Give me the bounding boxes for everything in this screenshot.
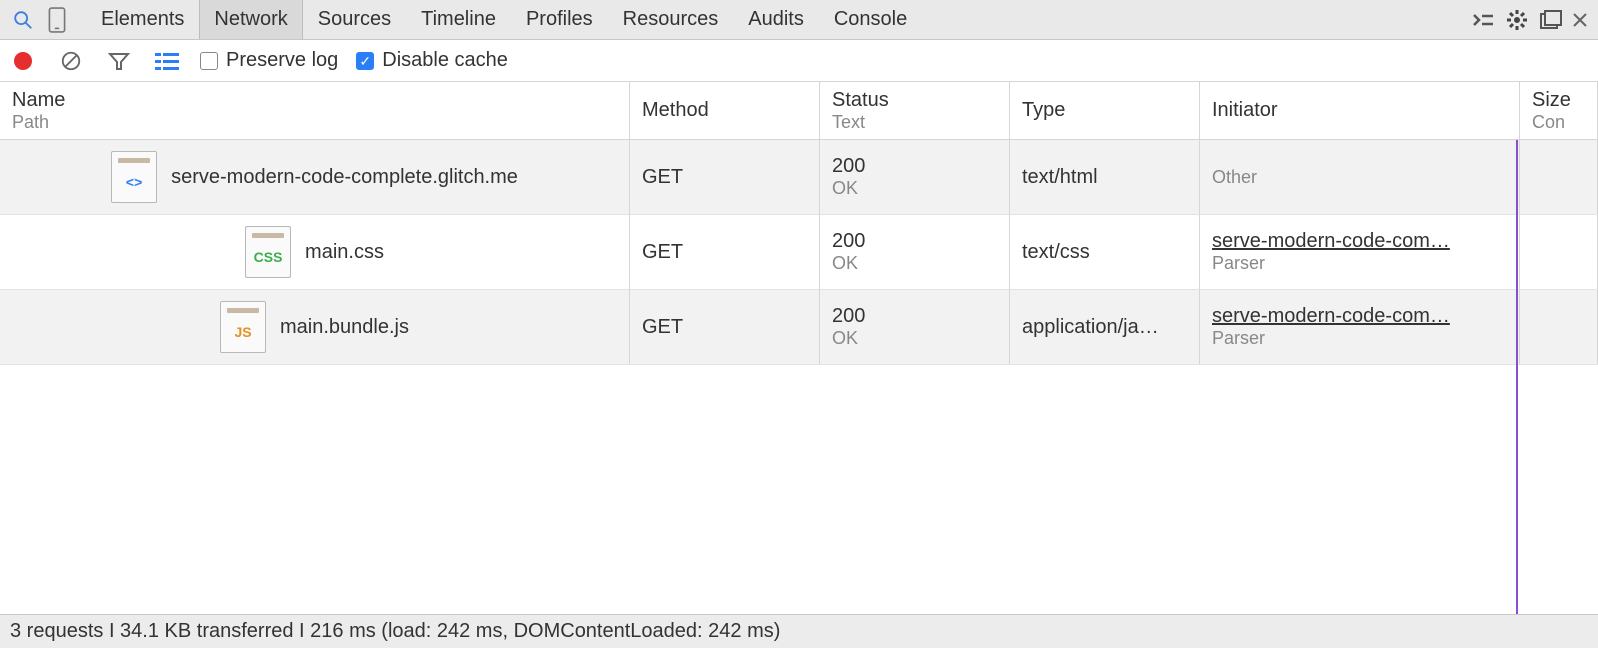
column-header-method[interactable]: Method xyxy=(630,82,820,139)
request-type: application/ja… xyxy=(1010,290,1200,364)
network-status-bar: 3 requests I 34.1 KB transferred I 216 m… xyxy=(0,614,1598,648)
timeline-marker xyxy=(1516,140,1518,614)
network-toolbar: Preserve log ✓ Disable cache xyxy=(0,40,1598,82)
initiator-link[interactable]: serve-modern-code-com… xyxy=(1212,305,1507,328)
file-type-icon: JS xyxy=(220,301,266,353)
request-method: GET xyxy=(630,290,820,364)
table-row[interactable]: <> serve-modern-code-complete.glitch.me GE… xyxy=(0,140,1598,215)
file-type-icon: CSS xyxy=(245,226,291,278)
tab-console[interactable]: Console xyxy=(819,0,922,39)
request-status: 200OK xyxy=(820,290,1010,364)
disable-cache-checkbox[interactable]: ✓ Disable cache xyxy=(356,49,508,72)
request-name: main.bundle.js xyxy=(280,316,409,339)
request-initiator: Other xyxy=(1200,140,1520,214)
table-row[interactable]: JSmain.bundle.jsGET200OKapplication/ja…s… xyxy=(0,290,1598,365)
overview-icon[interactable] xyxy=(152,46,182,76)
request-status: 200OK xyxy=(820,215,1010,289)
request-initiator: serve-modern-code-com…Parser xyxy=(1200,290,1520,364)
column-header-initiator[interactable]: Initiator xyxy=(1200,82,1520,139)
dock-side-icon[interactable] xyxy=(1534,3,1568,37)
tab-resources[interactable]: Resources xyxy=(608,0,734,39)
status-summary: 3 requests I 34.1 KB transferred I 216 m… xyxy=(10,620,780,643)
tab-profiles[interactable]: Profiles xyxy=(511,0,608,39)
disable-cache-label: Disable cache xyxy=(382,49,508,72)
devtools-tabbar: ElementsNetworkSourcesTimelineProfilesRe… xyxy=(0,0,1598,40)
column-header-name[interactable]: Name Path xyxy=(0,82,630,139)
request-initiator: serve-modern-code-com…Parser xyxy=(1200,215,1520,289)
request-type: text/html xyxy=(1010,140,1200,214)
request-size xyxy=(1520,140,1598,214)
preserve-log-label: Preserve log xyxy=(226,49,338,72)
network-column-headers: Name Path Method Status Text Type Initia… xyxy=(0,82,1598,140)
column-header-size[interactable]: Size Con xyxy=(1520,82,1598,139)
column-header-status[interactable]: Status Text xyxy=(820,82,1010,139)
device-mode-icon[interactable] xyxy=(40,3,74,37)
close-icon[interactable] xyxy=(1568,3,1592,37)
network-request-rows: <> serve-modern-code-complete.glitch.me GE… xyxy=(0,140,1598,614)
record-button[interactable] xyxy=(8,46,38,76)
request-status: 200OK xyxy=(820,140,1010,214)
tab-timeline[interactable]: Timeline xyxy=(406,0,511,39)
tab-network[interactable]: Network xyxy=(199,0,302,39)
tab-audits[interactable]: Audits xyxy=(733,0,819,39)
tab-elements[interactable]: Elements xyxy=(86,0,199,39)
request-size xyxy=(1520,290,1598,364)
clear-icon[interactable] xyxy=(56,46,86,76)
settings-gear-icon[interactable] xyxy=(1500,3,1534,37)
request-method: GET xyxy=(630,140,820,214)
table-row[interactable]: CSSmain.cssGET200OKtext/cssserve-modern-… xyxy=(0,215,1598,290)
request-size xyxy=(1520,215,1598,289)
initiator-link[interactable]: serve-modern-code-com… xyxy=(1212,230,1507,253)
drawer-toggle-icon[interactable] xyxy=(1466,3,1500,37)
request-method: GET xyxy=(630,215,820,289)
column-header-type[interactable]: Type xyxy=(1010,82,1200,139)
request-name: main.css xyxy=(305,241,384,264)
file-type-icon: <> xyxy=(111,151,157,203)
tab-sources[interactable]: Sources xyxy=(303,0,406,39)
panel-tabs: ElementsNetworkSourcesTimelineProfilesRe… xyxy=(86,0,922,39)
search-icon[interactable] xyxy=(6,3,40,37)
filter-icon[interactable] xyxy=(104,46,134,76)
preserve-log-checkbox[interactable]: Preserve log xyxy=(200,49,338,72)
request-name: serve-modern-code-complete.glitch.me xyxy=(171,166,518,189)
request-type: text/css xyxy=(1010,215,1200,289)
